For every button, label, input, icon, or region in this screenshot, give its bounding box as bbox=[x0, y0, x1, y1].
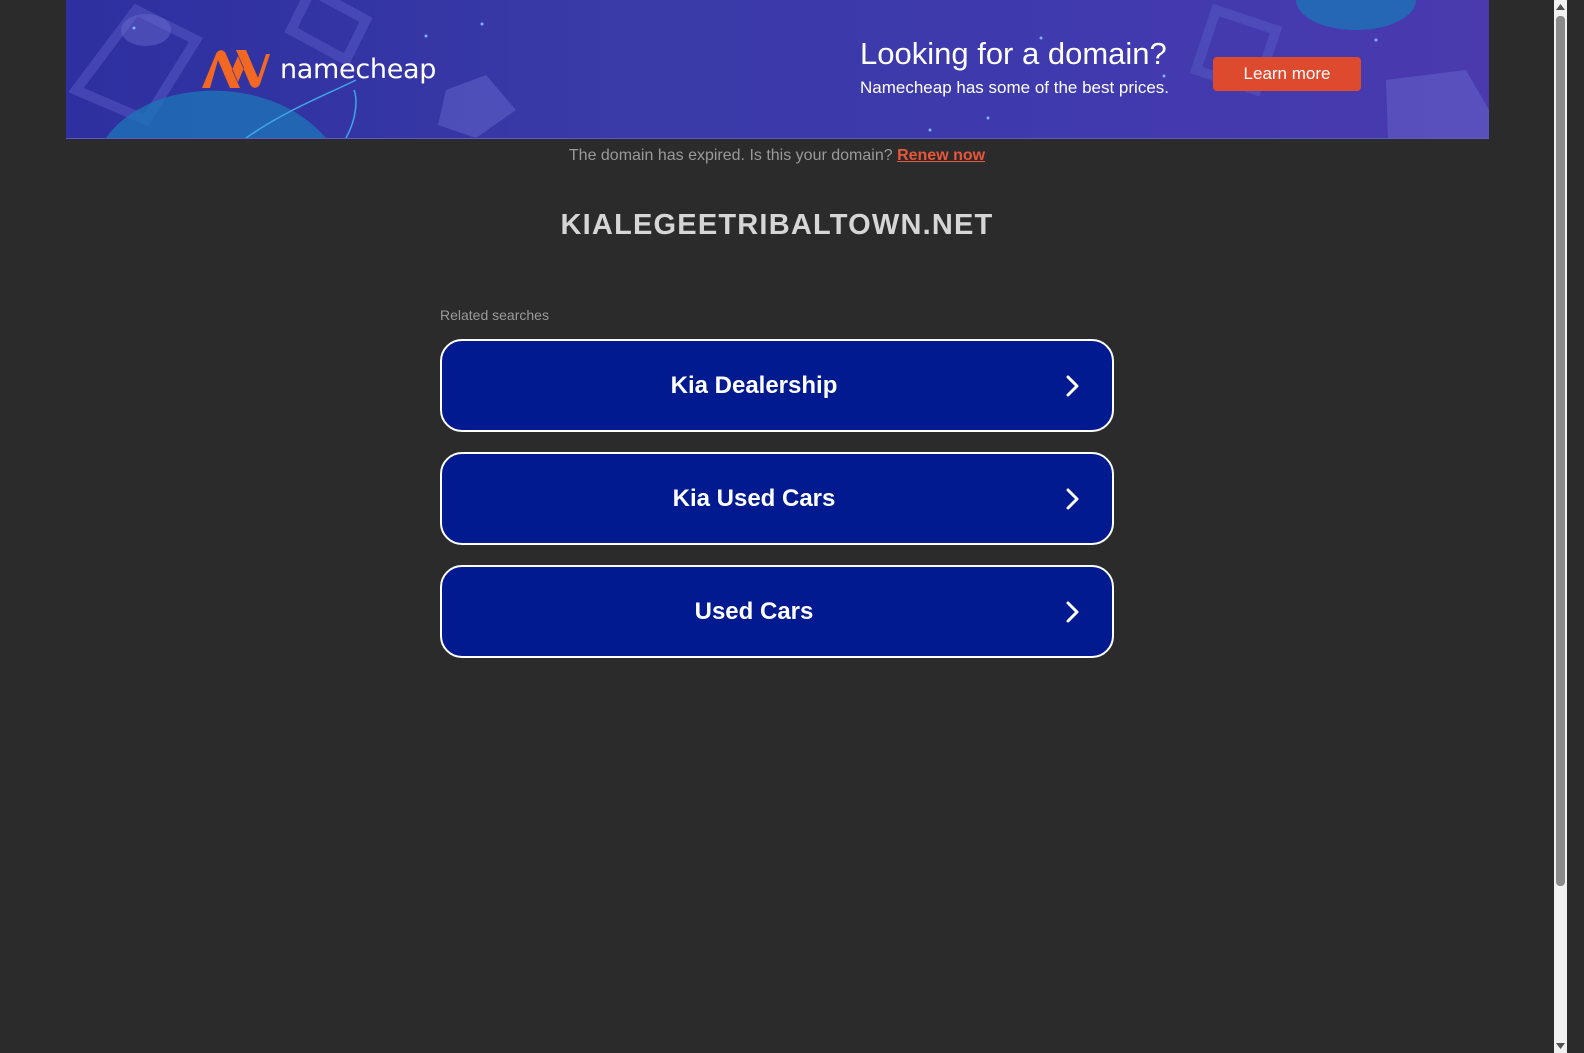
namecheap-logo[interactable]: namecheap bbox=[200, 48, 436, 90]
page: namecheap Looking for a domain? Namechea… bbox=[0, 0, 1567, 1053]
related-search-label: Kia Dealership bbox=[670, 371, 838, 399]
chevron-right-icon bbox=[1066, 488, 1079, 509]
scroll-up-arrow-icon[interactable] bbox=[1554, 0, 1567, 14]
learn-more-button[interactable]: Learn more bbox=[1213, 57, 1361, 91]
scroll-down-arrow-icon[interactable] bbox=[1554, 1039, 1567, 1053]
promo-subtitle: Namecheap has some of the best prices. bbox=[860, 78, 1169, 97]
related-searches-label: Related searches bbox=[440, 307, 549, 323]
renew-now-link[interactable]: Renew now bbox=[897, 147, 985, 164]
namecheap-banner[interactable]: namecheap Looking for a domain? Namechea… bbox=[66, 0, 1489, 139]
vertical-scrollbar[interactable] bbox=[1554, 0, 1567, 1053]
chevron-right-icon bbox=[1066, 601, 1079, 622]
promo-title: Looking for a domain? bbox=[860, 36, 1167, 71]
domain-title: KIALEGEETRIBALTOWN.NET bbox=[560, 209, 994, 241]
chevron-right-icon bbox=[1066, 375, 1079, 396]
related-search-kia-used-cars[interactable]: Kia Used Cars bbox=[440, 452, 1114, 545]
related-search-kia-dealership[interactable]: Kia Dealership bbox=[440, 339, 1114, 432]
expired-notice: The domain has expired. Is this your dom… bbox=[0, 147, 1554, 165]
scrollbar-thumb[interactable] bbox=[1556, 16, 1565, 886]
brand-name: namecheap bbox=[280, 53, 437, 85]
namecheap-logo-icon bbox=[202, 50, 270, 88]
related-search-label: Kia Used Cars bbox=[672, 484, 836, 512]
related-search-used-cars[interactable]: Used Cars bbox=[440, 565, 1114, 658]
related-search-label: Used Cars bbox=[694, 597, 814, 625]
notice-text: The domain has expired. Is this your dom… bbox=[568, 147, 893, 164]
